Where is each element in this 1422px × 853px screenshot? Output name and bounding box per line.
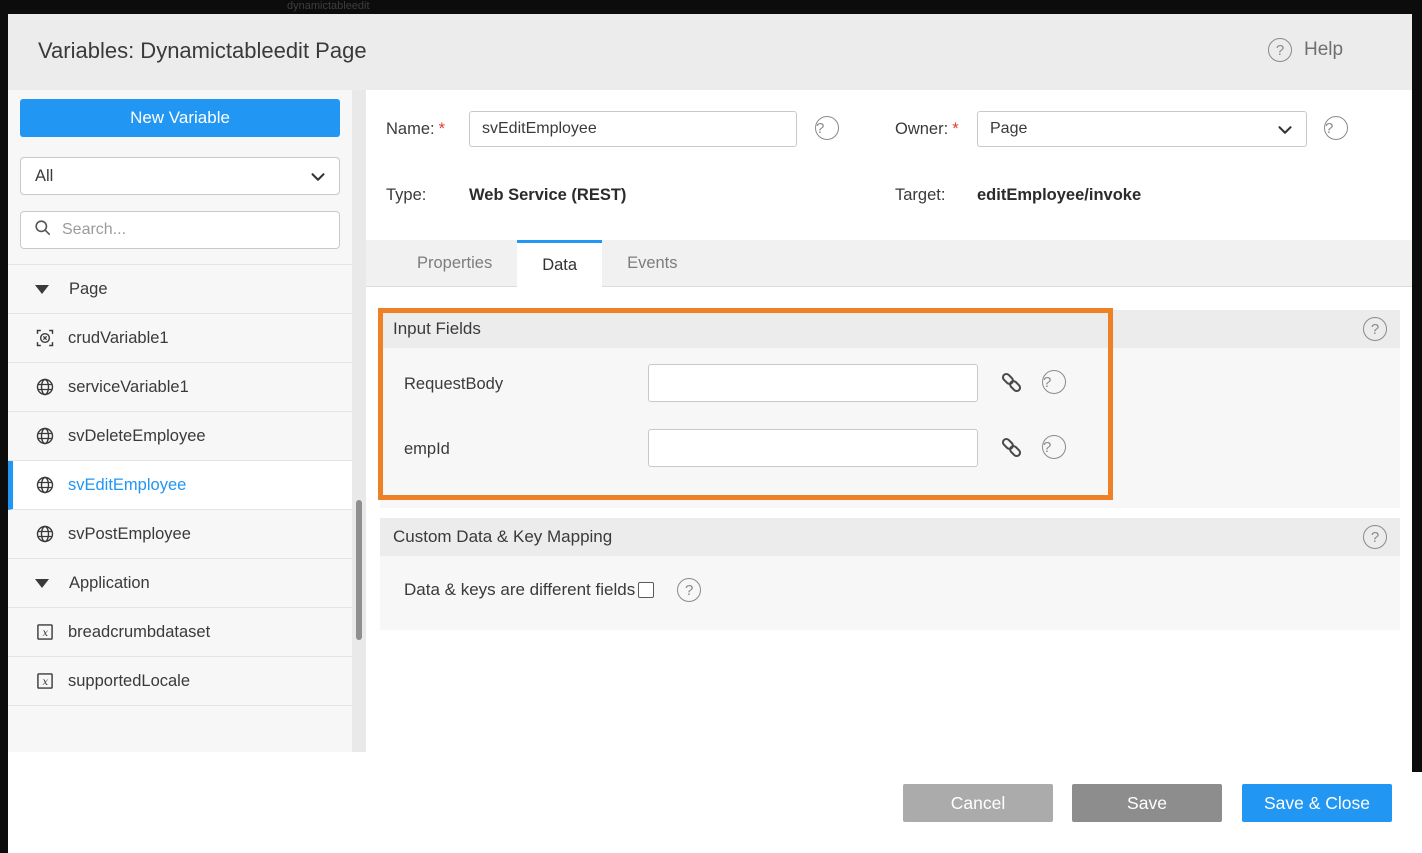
variables-dialog: dynamictableedit Variables: Dynamictable…	[0, 0, 1422, 853]
variable-label: breadcrumbdataset	[68, 623, 210, 642]
input-fields-header: Input Fields	[380, 310, 1400, 348]
backdrop-top: dynamictableedit	[0, 0, 1422, 14]
collapse-triangle-icon[interactable]	[35, 285, 49, 294]
sidebar-group-page[interactable]: Page	[8, 265, 352, 314]
cancel-button[interactable]: Cancel	[903, 784, 1053, 822]
variable-label: svDeleteEmployee	[68, 427, 206, 446]
svg-text:x: x	[43, 677, 49, 688]
required-asterisk: *	[952, 120, 958, 138]
tab-data[interactable]: Data	[517, 240, 602, 287]
input-fields-body: RequestBody empId	[380, 348, 1400, 508]
page-title: Variables: Dynamictableedit Page	[38, 38, 367, 64]
tab-properties[interactable]: Properties	[392, 240, 517, 286]
save-button[interactable]: Save	[1072, 784, 1222, 822]
target-value: editEmployee/invoke	[977, 186, 1141, 205]
search-input[interactable]	[60, 220, 324, 240]
owner-select[interactable]: Page	[977, 111, 1307, 147]
sidebar-item-servicevariable1[interactable]: serviceVariable1	[8, 363, 352, 412]
variable-label: serviceVariable1	[68, 378, 189, 397]
variable-label: crudVariable1	[68, 329, 169, 348]
globe-icon	[35, 475, 55, 495]
requestbody-input[interactable]	[648, 364, 978, 402]
input-fields-section: Input Fields RequestBody empId	[380, 310, 1400, 508]
owner-value: Page	[990, 120, 1027, 138]
owner-label: Owner:*	[895, 120, 959, 139]
sidebar-item-svdeleteemployee[interactable]: svDeleteEmployee	[8, 412, 352, 461]
requestbody-help-icon[interactable]	[1042, 370, 1066, 394]
target-label: Target:	[895, 186, 945, 205]
variable-label: svEditEmployee	[68, 476, 186, 495]
collapse-triangle-icon[interactable]	[35, 579, 49, 588]
different-fields-checkbox[interactable]	[638, 582, 654, 598]
backdrop-app-title: dynamictableedit	[287, 0, 370, 13]
backdrop-right	[1412, 0, 1422, 772]
tab-bar: Properties Data Events	[366, 240, 1412, 287]
sidebar-group-application[interactable]: Application	[8, 559, 352, 608]
sidebar-item-supportedlocale[interactable]: x supportedLocale	[8, 657, 352, 706]
variable-sidebar: New Variable All Page	[8, 90, 352, 752]
input-fields-help-icon[interactable]	[1363, 317, 1387, 341]
custom-data-body: Data & keys are different fields	[380, 556, 1400, 630]
sidebar-item-sveditemployee[interactable]: svEditEmployee	[8, 461, 352, 510]
empid-help-icon[interactable]	[1042, 435, 1066, 459]
section-title: Input Fields	[393, 319, 481, 339]
requestbody-label: RequestBody	[404, 375, 503, 394]
variable-search[interactable]	[20, 211, 340, 249]
sidebar-item-crudvariable1[interactable]: crudVariable1	[8, 314, 352, 363]
section-title: Custom Data & Key Mapping	[393, 527, 612, 547]
type-label: Type:	[386, 186, 426, 205]
variable-label: svPostEmployee	[68, 525, 191, 544]
variable-filter-value: All	[35, 167, 53, 186]
sidebar-scrollbar-track[interactable]	[352, 90, 366, 752]
custom-data-help-icon[interactable]	[1363, 525, 1387, 549]
save-and-close-button[interactable]: Save & Close	[1242, 784, 1392, 822]
help-label: Help	[1304, 39, 1343, 61]
globe-icon	[35, 377, 55, 397]
globe-icon	[35, 524, 55, 544]
group-label: Page	[69, 280, 108, 299]
empid-input[interactable]	[648, 429, 978, 467]
variable-label: supportedLocale	[68, 672, 190, 691]
help-icon	[1268, 38, 1292, 62]
variable-filter-select[interactable]: All	[20, 157, 340, 195]
tab-events[interactable]: Events	[602, 240, 702, 286]
sidebar-item-breadcrumbdataset[interactable]: x breadcrumbdataset	[8, 608, 352, 657]
sidebar-scrollbar-thumb[interactable]	[356, 500, 362, 640]
variable-list: Page crudVariable1	[8, 264, 352, 706]
group-label: Application	[69, 574, 150, 593]
variable-detail-panel: Name:* Owner:* Page Type: Web Service (R…	[366, 90, 1412, 772]
search-icon	[33, 218, 52, 242]
required-asterisk: *	[439, 120, 445, 138]
name-help-icon[interactable]	[815, 116, 839, 140]
owner-help-icon[interactable]	[1324, 116, 1348, 140]
model-variable-icon: x	[35, 622, 55, 642]
different-fields-help-icon[interactable]	[677, 578, 701, 602]
model-variable-icon: x	[35, 671, 55, 691]
chevron-down-icon	[307, 166, 329, 193]
requestbody-bind-link-icon[interactable]	[998, 369, 1025, 396]
name-label: Name:*	[386, 120, 445, 139]
different-fields-label: Data & keys are different fields	[404, 580, 635, 600]
help-button[interactable]: Help	[1268, 38, 1343, 62]
sidebar-item-svpostemployee[interactable]: svPostEmployee	[8, 510, 352, 559]
custom-data-section: Custom Data & Key Mapping Data & keys ar…	[380, 518, 1400, 630]
crud-variable-icon	[35, 328, 55, 348]
empid-bind-link-icon[interactable]	[998, 434, 1025, 461]
custom-data-header: Custom Data & Key Mapping	[380, 518, 1400, 556]
svg-text:x: x	[43, 628, 49, 639]
name-input[interactable]	[469, 111, 797, 147]
chevron-down-icon	[1274, 119, 1296, 146]
globe-icon	[35, 426, 55, 446]
backdrop-left	[0, 0, 8, 853]
new-variable-button[interactable]: New Variable	[20, 99, 340, 137]
type-value: Web Service (REST)	[469, 186, 626, 205]
empid-label: empId	[404, 440, 450, 459]
modal-header: Variables: Dynamictableedit Page Help	[8, 14, 1412, 90]
